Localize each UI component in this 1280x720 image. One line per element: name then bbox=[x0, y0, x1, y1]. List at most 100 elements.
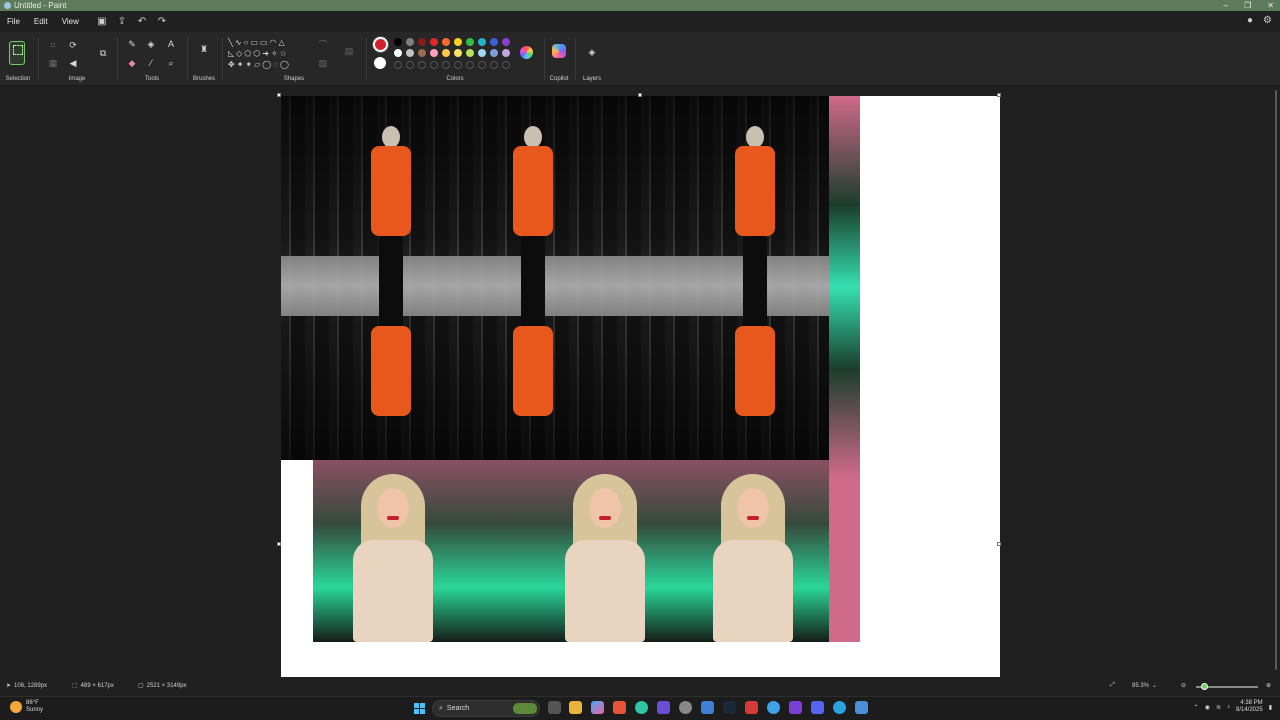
chevron-up-icon[interactable]: ⌃ bbox=[1194, 704, 1199, 711]
messaging-app-icon[interactable] bbox=[767, 701, 780, 714]
zoom-slider-knob[interactable] bbox=[1201, 683, 1208, 690]
windows-start-icon[interactable] bbox=[414, 703, 425, 714]
palette-color-swatch[interactable] bbox=[502, 38, 510, 46]
copilot-icon[interactable] bbox=[552, 44, 566, 58]
flip-icon[interactable]: ◀ bbox=[66, 56, 80, 70]
palette-color-swatch[interactable] bbox=[406, 49, 414, 57]
palette-color-swatch[interactable] bbox=[394, 49, 402, 57]
telegram-icon[interactable] bbox=[833, 701, 846, 714]
wifi-icon[interactable]: ≋ bbox=[1216, 704, 1221, 711]
palette-color-swatch[interactable] bbox=[430, 38, 438, 46]
shapes-gallery[interactable]: ╲∿○▭▭◠△ ◺◇⬠⬡➔✧☆ ✥✦✶▱◯◌◯ bbox=[228, 37, 308, 70]
palette-color-swatch[interactable] bbox=[502, 49, 510, 57]
edit-colors-wheel-icon[interactable] bbox=[520, 46, 533, 59]
palette-color-swatch[interactable] bbox=[394, 38, 402, 46]
paint-taskbar-icon[interactable] bbox=[855, 701, 868, 714]
resize-handle-top-right[interactable] bbox=[997, 93, 1001, 97]
palette-color-swatch[interactable] bbox=[430, 49, 438, 57]
palette-color-swatch[interactable] bbox=[478, 49, 486, 57]
visual-studio-icon[interactable] bbox=[789, 701, 802, 714]
scrollbar-thumb[interactable] bbox=[1275, 90, 1277, 670]
minimize-button[interactable]: – bbox=[1224, 1, 1228, 10]
vertical-scrollbar[interactable] bbox=[1274, 90, 1278, 678]
shape-fill-icon[interactable]: ▨ bbox=[316, 56, 330, 70]
image-resize-icon[interactable]: ⧉ bbox=[96, 46, 110, 60]
steam-icon[interactable] bbox=[723, 701, 736, 714]
menu-edit[interactable]: Edit bbox=[27, 17, 55, 26]
undo-icon[interactable]: ↶ bbox=[132, 16, 152, 27]
fill-bucket-icon[interactable]: ◈ bbox=[144, 37, 158, 51]
resize-handle-top[interactable] bbox=[638, 93, 642, 97]
restore-button[interactable]: ❐ bbox=[1244, 1, 1251, 10]
palette-color-swatch[interactable] bbox=[418, 38, 426, 46]
custom-color-slot[interactable] bbox=[418, 61, 426, 69]
palette-color-swatch[interactable] bbox=[406, 38, 414, 46]
vscode-icon[interactable] bbox=[701, 701, 714, 714]
discord-icon[interactable] bbox=[811, 701, 824, 714]
copilot-taskbar-icon[interactable] bbox=[591, 701, 604, 714]
palette-color-swatch[interactable] bbox=[442, 38, 450, 46]
palette-color-swatch[interactable] bbox=[442, 49, 450, 57]
shape-outline-icon[interactable]: ⌒ bbox=[316, 38, 330, 52]
zoom-in-icon[interactable]: ⊕ bbox=[1266, 682, 1271, 689]
resize-handle-left[interactable] bbox=[277, 542, 281, 546]
fit-to-window-icon[interactable]: ⤢ bbox=[1110, 682, 1115, 689]
palette-color-swatch[interactable] bbox=[418, 49, 426, 57]
palette-color-swatch[interactable] bbox=[490, 38, 498, 46]
menu-file[interactable]: File bbox=[0, 17, 27, 26]
weather-widget[interactable]: 86°F Sunny bbox=[10, 700, 43, 714]
clock[interactable]: 4:38 PM 8/14/2025 bbox=[1236, 700, 1263, 714]
resize-handle-top-left[interactable] bbox=[277, 93, 281, 97]
brush-icon[interactable]: ♜ bbox=[197, 42, 211, 56]
task-view-icon[interactable] bbox=[548, 701, 561, 714]
rotate-icon[interactable]: ⟳ bbox=[66, 38, 80, 52]
palette-color-swatch[interactable] bbox=[490, 49, 498, 57]
settings-app-icon[interactable] bbox=[679, 701, 692, 714]
zoom-dropdown[interactable]: 85.3% ⌄ bbox=[1132, 682, 1157, 690]
crop-icon[interactable]: ⌗ bbox=[46, 38, 60, 52]
text-tool-icon[interactable]: A bbox=[164, 37, 178, 51]
color-picker-icon[interactable]: ⁄ bbox=[144, 56, 158, 70]
custom-color-slot[interactable] bbox=[406, 61, 414, 69]
share-icon[interactable]: ⇪ bbox=[112, 16, 132, 27]
shape-size-icon[interactable]: ▤ bbox=[342, 44, 356, 58]
primary-color-swatch[interactable] bbox=[373, 37, 388, 52]
palette-color-swatch[interactable] bbox=[466, 49, 474, 57]
palette-color-swatch[interactable] bbox=[454, 38, 462, 46]
selection-tool-icon[interactable] bbox=[9, 41, 25, 65]
edge-browser-icon[interactable] bbox=[635, 701, 648, 714]
settings-gear-icon[interactable]: ⚙ bbox=[1263, 15, 1272, 26]
eraser-icon[interactable]: ◆ bbox=[125, 56, 139, 70]
notifications-icon[interactable]: ▮ bbox=[1269, 704, 1272, 711]
custom-color-slot[interactable] bbox=[442, 61, 450, 69]
close-button[interactable]: ✕ bbox=[1267, 1, 1274, 10]
resize-handle-right[interactable] bbox=[997, 542, 1001, 546]
pencil-icon[interactable]: ✎ bbox=[125, 37, 139, 51]
custom-color-slot[interactable] bbox=[394, 61, 402, 69]
select-all-icon[interactable]: ▦ bbox=[46, 56, 60, 70]
brave-browser-icon[interactable] bbox=[613, 701, 626, 714]
custom-color-slot[interactable] bbox=[466, 61, 474, 69]
palette-color-swatch[interactable] bbox=[454, 49, 462, 57]
zoom-out-icon[interactable]: ⊖ bbox=[1181, 682, 1186, 689]
custom-color-slot[interactable] bbox=[502, 61, 510, 69]
save-icon[interactable]: ▣ bbox=[92, 16, 112, 27]
file-explorer-icon[interactable] bbox=[569, 701, 582, 714]
palette-color-swatch[interactable] bbox=[466, 38, 474, 46]
media-app-icon[interactable] bbox=[745, 701, 758, 714]
network-icon[interactable]: ◉ bbox=[1205, 704, 1210, 711]
secondary-color-swatch[interactable] bbox=[374, 57, 386, 69]
volume-icon[interactable]: ♪ bbox=[1227, 704, 1230, 710]
app-icon-1[interactable] bbox=[657, 701, 670, 714]
account-icon[interactable]: ● bbox=[1247, 15, 1253, 26]
custom-color-slot[interactable] bbox=[478, 61, 486, 69]
palette-color-swatch[interactable] bbox=[478, 38, 486, 46]
magnifier-icon[interactable]: ⌕ bbox=[164, 56, 178, 70]
custom-color-slot[interactable] bbox=[490, 61, 498, 69]
taskbar-search[interactable]: ⌕ Search bbox=[432, 700, 540, 717]
redo-icon[interactable]: ↷ bbox=[152, 16, 172, 27]
menu-view[interactable]: View bbox=[55, 17, 86, 26]
layers-icon[interactable]: ◈ bbox=[585, 45, 599, 59]
custom-color-slot[interactable] bbox=[430, 61, 438, 69]
custom-color-slot[interactable] bbox=[454, 61, 462, 69]
